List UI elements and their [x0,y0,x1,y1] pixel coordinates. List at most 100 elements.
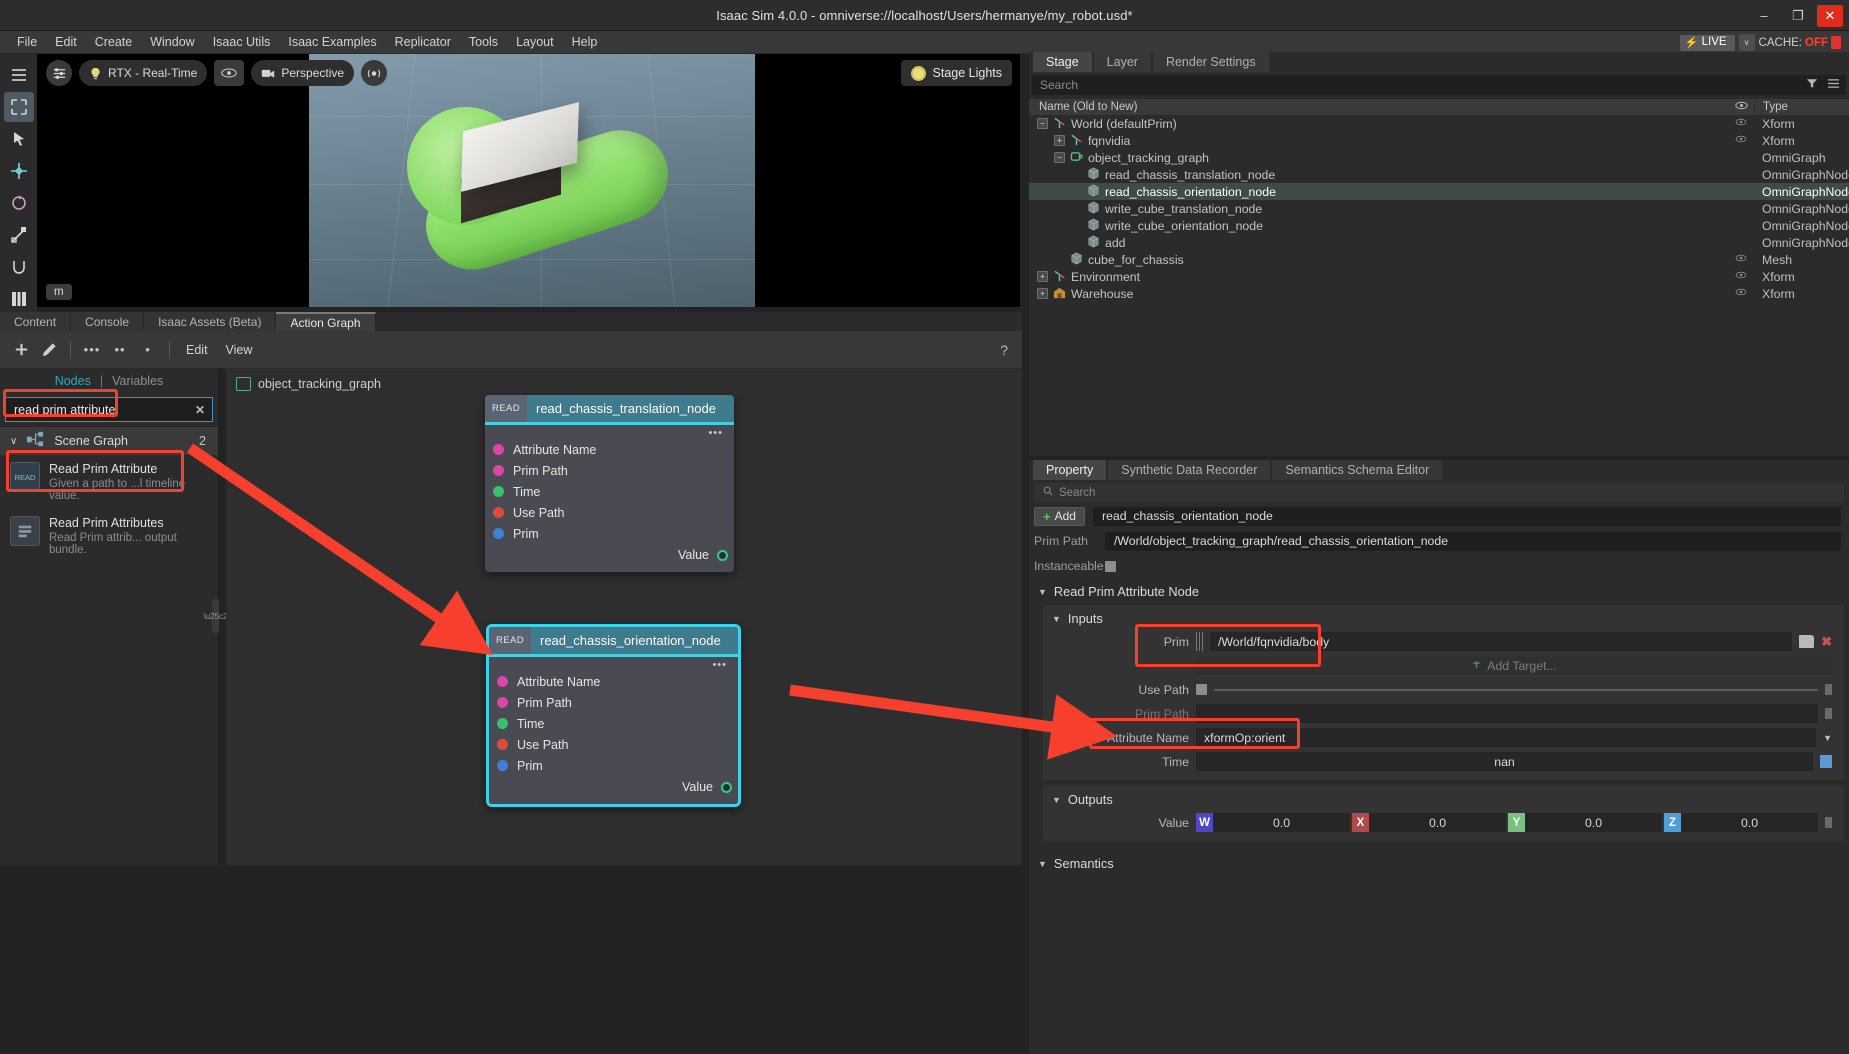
more-options-2[interactable]: •• [107,337,133,363]
help-icon[interactable]: ? [1000,342,1008,358]
column-name[interactable]: Name (Old to New) [1029,101,1728,113]
node-port-row[interactable]: Prim [485,523,734,544]
node-port-row[interactable]: Prim Path [485,460,734,481]
outputs-header[interactable]: ▼ Outputs [1043,790,1844,809]
action-graph-canvas[interactable]: object_tracking_graph READ read_chassis_… [226,369,1022,865]
menu-replicator[interactable]: Replicator [386,33,460,51]
prim-path-extra-icon[interactable] [1825,708,1832,719]
tab-content[interactable]: Content [0,312,72,331]
node-port-row[interactable]: Time [485,481,734,502]
read-prim-attribute-node-section[interactable]: ▼ Read Prim Attribute Node [1029,577,1849,603]
attribute-name-value[interactable]: xformOp:orient [1196,728,1817,747]
stage-tree-row[interactable]: + fqnvidia Xform [1029,132,1849,149]
more-options-3[interactable]: • [135,337,161,363]
vector-cell-x[interactable]: X 0.0 [1352,813,1506,832]
viewport[interactable]: RTX - Real-Time Perspective Stage Lights… [37,54,1020,307]
menu-layout[interactable]: Layout [507,33,563,51]
expander-toggle[interactable]: − [1054,152,1065,163]
tab-render-settings[interactable]: Render Settings [1152,52,1269,72]
stage-tree[interactable]: − World (defaultPrim) Xform + fqnvidia Xform −… [1029,115,1849,302]
vector-cell-w[interactable]: W 0.0 [1196,813,1350,832]
tab-variables[interactable]: Variables [112,374,163,388]
node-output-row[interactable]: Value [489,776,738,798]
graph-node-read-chassis-translation[interactable]: READ read_chassis_translation_node ••• A… [485,395,734,572]
pencil-icon[interactable] [36,337,62,363]
stage-search-field[interactable]: Search [1032,75,1846,95]
renderer-selector[interactable]: RTX - Real-Time [79,60,208,86]
eye-icon[interactable] [214,60,245,86]
columns-icon[interactable] [4,284,34,314]
property-search-field[interactable]: Search [1034,483,1844,502]
stage-tree-row[interactable]: + Environment Xform [1029,268,1849,285]
folder-icon[interactable] [1799,635,1815,648]
sliders-icon[interactable] [46,60,72,86]
add-node-icon[interactable] [8,337,34,363]
menu-tools[interactable]: Tools [460,33,507,51]
add-button[interactable]: + Add [1034,506,1085,526]
visibility-toggle-icon[interactable] [1728,118,1754,129]
node-port-row[interactable]: Prim [489,755,738,776]
tab-semantics-schema-editor[interactable]: Semantics Schema Editor [1272,460,1443,480]
rotate-icon[interactable] [4,188,34,218]
node-search-field[interactable]: ✕ [5,397,213,422]
menu-file[interactable]: File [8,33,46,51]
use-path-checkbox[interactable] [1196,684,1207,695]
node-menu-icon[interactable]: ••• [485,425,734,439]
visibility-toggle-icon[interactable] [1728,254,1754,265]
node-port-row[interactable]: Attribute Name [489,671,738,692]
cursor-icon[interactable] [4,124,34,154]
tab-nodes[interactable]: Nodes [55,374,91,388]
camera-selector[interactable]: Perspective [251,60,355,86]
move-icon[interactable] [4,156,34,186]
filter-icon[interactable] [1806,78,1818,92]
menu-isaac-utils[interactable]: Isaac Utils [204,33,280,51]
time-value[interactable]: nan [1196,752,1813,771]
prim-name-field[interactable]: read_chassis_orientation_node [1092,506,1841,526]
vector-value-x[interactable]: 0.0 [1369,813,1506,832]
sensor-icon[interactable] [361,60,388,86]
graph-breadcrumb[interactable]: object_tracking_graph [226,369,1022,391]
node-group-scene-graph[interactable]: ∨ Scene Graph 2 [0,427,218,455]
node-item-read-prim-attributes[interactable]: Read Prim Attributes Read Prim attrib...… [0,509,218,563]
visibility-toggle-icon[interactable] [1728,288,1754,299]
stage-tree-row[interactable]: − object_tracking_graph OmniGraph [1029,149,1849,166]
node-port-row[interactable]: Use Path [489,734,738,755]
close-button[interactable]: ✕ [1817,4,1843,27]
snap-icon[interactable] [4,252,34,282]
visibility-toggle-icon[interactable] [1728,135,1754,146]
dropdown-caret-icon[interactable]: ▼ [1823,733,1832,743]
instanceable-checkbox[interactable] [1105,560,1116,572]
graph-node-read-chassis-orientation[interactable]: READ read_chassis_orientation_node ••• A… [486,624,741,807]
tab-synthetic-data-recorder[interactable]: Synthetic Data Recorder [1108,460,1271,480]
node-search-input[interactable] [6,402,212,417]
expander-toggle[interactable]: + [1037,271,1048,282]
prim-path-input-value[interactable] [1196,704,1818,723]
semantics-section[interactable]: ▼ Semantics [1029,849,1849,875]
select-rect-icon[interactable] [3,92,34,122]
minimize-button[interactable]: – [1749,5,1779,27]
menu-create[interactable]: Create [86,33,142,51]
prim-field-value[interactable]: /World/fqnvidia/body [1210,632,1793,651]
output-extra-icon[interactable] [1825,817,1832,828]
node-item-read-prim-attribute[interactable]: READ Read Prim Attribute Given a path to… [0,455,218,509]
panel-resize-handle[interactable]: \u25c2 [203,599,228,633]
node-port-row[interactable]: Time [489,713,738,734]
visibility-toggle-icon[interactable] [1728,271,1754,282]
vector-value-z[interactable]: 0.0 [1681,813,1818,832]
menu-tool-icon[interactable] [4,60,34,90]
menu-edit[interactable]: Edit [46,33,86,51]
add-target-button[interactable]: Add Target... [1196,656,1832,675]
menu-help[interactable]: Help [563,33,607,51]
stage-tree-row[interactable]: write_cube_orientation_node OmniGraphNode [1029,217,1849,234]
tab-isaac-assets[interactable]: Isaac Assets (Beta) [144,312,277,331]
expander-toggle[interactable]: + [1054,135,1065,146]
stage-tree-row[interactable]: add OmniGraphNode [1029,234,1849,251]
column-type[interactable]: Type [1754,101,1849,113]
tab-action-graph[interactable]: Action Graph [276,312,376,331]
stage-lights-button[interactable]: Stage Lights [900,60,1012,86]
graph-view-menu[interactable]: View [218,341,261,359]
menu-window[interactable]: Window [141,33,203,51]
vector-cell-y[interactable]: Y 0.0 [1508,813,1662,832]
vector-cell-z[interactable]: Z 0.0 [1664,813,1818,832]
scale-icon[interactable] [4,220,34,250]
